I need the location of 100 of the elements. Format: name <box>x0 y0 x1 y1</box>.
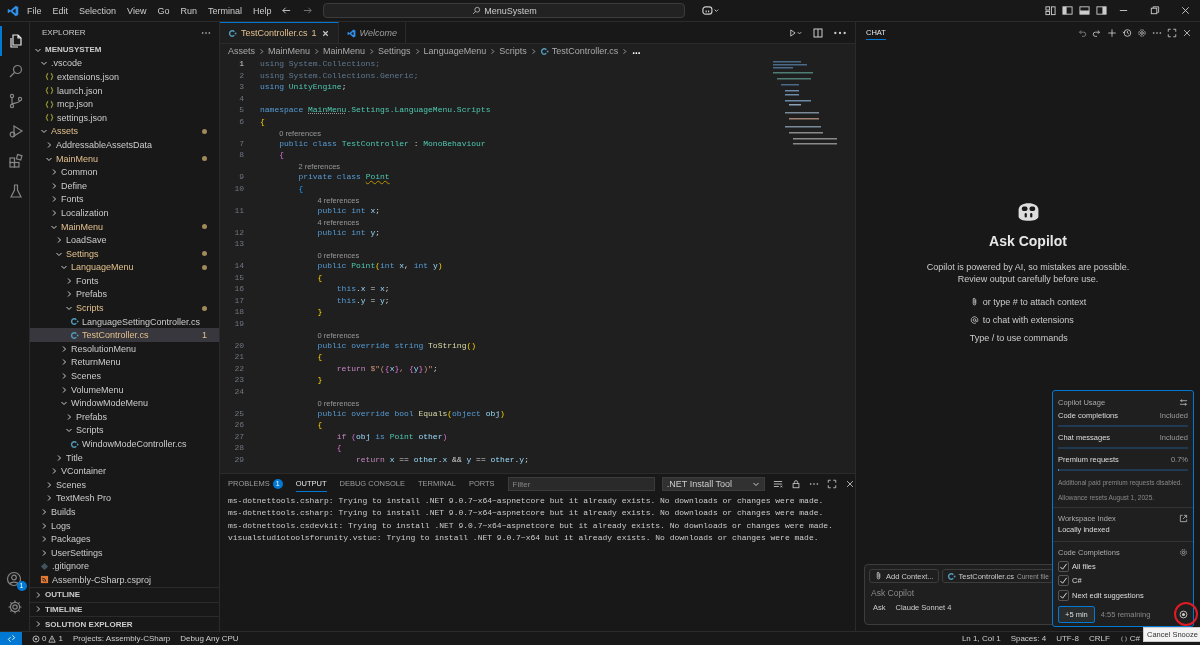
tree-folder[interactable]: WindowModeMenu <box>30 396 219 411</box>
maximize-icon[interactable] <box>827 479 837 489</box>
settings-icon[interactable] <box>1179 547 1188 557</box>
panel-toggle-icon[interactable] <box>1079 5 1090 16</box>
tree-document[interactable]: WindowModeController.cs <box>30 437 219 451</box>
tree-folder[interactable]: Define <box>30 178 219 193</box>
tree-folder[interactable]: VolumeMenu <box>30 382 219 397</box>
tree-folder[interactable]: Assets <box>30 124 219 139</box>
tree-folder[interactable]: LanguageMenu <box>30 260 219 275</box>
status-item[interactable]: Spaces: 4 <box>1010 634 1047 643</box>
breadcrumb-item[interactable]: TestController.cs <box>551 46 619 56</box>
breadcrumb-item[interactable]: Scripts <box>499 46 527 56</box>
tree-folder[interactable]: MainMenu <box>30 151 219 166</box>
tree-document[interactable]: settings.json <box>30 110 219 125</box>
settings-icon[interactable] <box>1137 27 1147 38</box>
close-icon[interactable] <box>320 28 330 38</box>
workspace-folder[interactable]: MENUSYSTEM <box>30 43 219 57</box>
history-icon[interactable] <box>1122 27 1132 38</box>
clear-output-icon[interactable] <box>773 479 783 489</box>
tree-document[interactable]: Assembly-CSharp.csproj <box>30 573 219 587</box>
tree-folder[interactable]: Scenes <box>30 369 219 383</box>
sidebar-toggle-icon[interactable] <box>1062 5 1073 16</box>
close-icon[interactable] <box>1180 5 1191 16</box>
menu-item[interactable]: Help <box>252 5 272 16</box>
section-header[interactable]: TIMELINE <box>30 601 219 617</box>
tree-document[interactable]: extensions.json <box>30 70 219 84</box>
maximize-icon[interactable] <box>1167 27 1177 38</box>
status-item[interactable]: Debug Any CPU <box>180 634 239 643</box>
undo-icon[interactable] <box>1077 27 1087 38</box>
breadcrumb-item[interactable]: ... <box>631 44 644 58</box>
split-editor-icon[interactable] <box>811 27 825 38</box>
menu-item[interactable]: Terminal <box>207 5 242 16</box>
status-item[interactable]: Projects: Assembly-CSharp <box>72 634 171 643</box>
settings-icon[interactable] <box>6 599 23 615</box>
menu-item[interactable]: Selection <box>79 5 117 16</box>
status-item[interactable]: UTF-8 <box>1056 634 1079 643</box>
menu-item[interactable]: Run <box>180 5 197 16</box>
editor-tab[interactable]: Welcome <box>338 22 406 43</box>
new-chat-icon[interactable] <box>1107 27 1117 38</box>
tree-folder[interactable]: MainMenu <box>30 219 219 234</box>
back-arrow-icon[interactable] <box>281 5 293 16</box>
menu-item[interactable]: File <box>27 5 42 16</box>
checkbox[interactable] <box>1058 560 1069 572</box>
restore-icon[interactable] <box>1149 5 1160 16</box>
status-item[interactable]: Ln 1, Col 1 <box>961 634 1001 643</box>
tree-folder[interactable]: Logs <box>30 518 219 533</box>
breadcrumb-item[interactable]: Settings <box>378 46 411 56</box>
filter-field[interactable]: Filter <box>507 477 655 491</box>
tree-folder[interactable]: ResolutionMenu <box>30 342 219 356</box>
tree-folder[interactable]: Title <box>30 450 219 465</box>
tree-folder[interactable]: Builds <box>30 505 219 519</box>
tree-folder[interactable]: Scenes <box>30 478 219 492</box>
secondary-sidebar-toggle-icon[interactable] <box>1096 5 1107 16</box>
tree-folder[interactable]: LoadSave <box>30 233 219 247</box>
checkbox[interactable] <box>1058 589 1069 601</box>
tree-folder[interactable]: Prefabs <box>30 287 219 302</box>
tree-folder[interactable]: Fonts <box>30 274 219 288</box>
settings-sliders-icon[interactable] <box>1179 397 1188 407</box>
forward-arrow-icon[interactable] <box>302 5 314 16</box>
tree-folder[interactable]: Scripts <box>30 301 219 315</box>
menu-item[interactable]: Go <box>157 5 170 16</box>
tree-folder[interactable]: Scripts <box>30 423 219 438</box>
tree-folder[interactable]: UserSettings <box>30 545 219 560</box>
breadcrumb-item[interactable]: MainMenu <box>268 46 311 56</box>
problems-status[interactable]: 0 1 <box>32 634 63 643</box>
tree-folder[interactable]: Localization <box>30 206 219 220</box>
tree-folder[interactable]: ReturnMenu <box>30 355 219 370</box>
run-icon[interactable] <box>789 27 803 38</box>
remote-button[interactable] <box>0 632 22 645</box>
copilot-icon[interactable] <box>702 5 721 16</box>
tree-folder[interactable]: .vscode <box>30 56 219 71</box>
tree-folder[interactable]: AddressableAssetsData <box>30 138 219 152</box>
layout-icon[interactable] <box>1045 5 1056 16</box>
tree-document[interactable]: .gitignore <box>30 559 219 574</box>
language-status[interactable]: C# <box>1119 634 1140 643</box>
menu-item[interactable]: View <box>127 5 147 16</box>
section-header[interactable]: OUTLINE <box>30 586 219 602</box>
output-channel-dropdown[interactable]: .NET Install Tool <box>661 477 765 491</box>
checkbox[interactable] <box>1058 575 1069 587</box>
menu-item[interactable]: Edit <box>52 5 69 16</box>
tree-folder[interactable]: Prefabs <box>30 410 219 424</box>
more-icon[interactable] <box>201 30 211 35</box>
tree-folder[interactable]: Packages <box>30 532 219 546</box>
breadcrumb-item[interactable]: MainMenu <box>323 46 366 56</box>
tree-document[interactable]: LanguageSettingController.cs <box>30 314 219 329</box>
close-icon[interactable] <box>845 479 855 489</box>
command-center-search[interactable]: MenuSystem <box>323 3 686 18</box>
editor-tab[interactable]: TestController.cs 1 <box>220 22 339 43</box>
tree-document[interactable]: mcp.json <box>30 97 219 111</box>
tree-folder[interactable]: Fonts <box>30 192 219 207</box>
redo-icon[interactable] <box>1092 27 1102 38</box>
breadcrumb-item[interactable]: Assets <box>228 46 255 56</box>
tree-folder[interactable]: VContainer <box>30 464 219 478</box>
tree-document[interactable]: launch.json <box>30 83 219 98</box>
tree-folder[interactable]: Common <box>30 165 219 179</box>
status-item[interactable]: CRLF <box>1088 634 1110 643</box>
external-link-icon[interactable] <box>1179 513 1188 523</box>
breadcrumb-item[interactable]: LanguageMenu <box>423 46 487 56</box>
cancel-snooze-icon[interactable] <box>1179 609 1188 619</box>
lock-icon[interactable] <box>791 479 801 489</box>
